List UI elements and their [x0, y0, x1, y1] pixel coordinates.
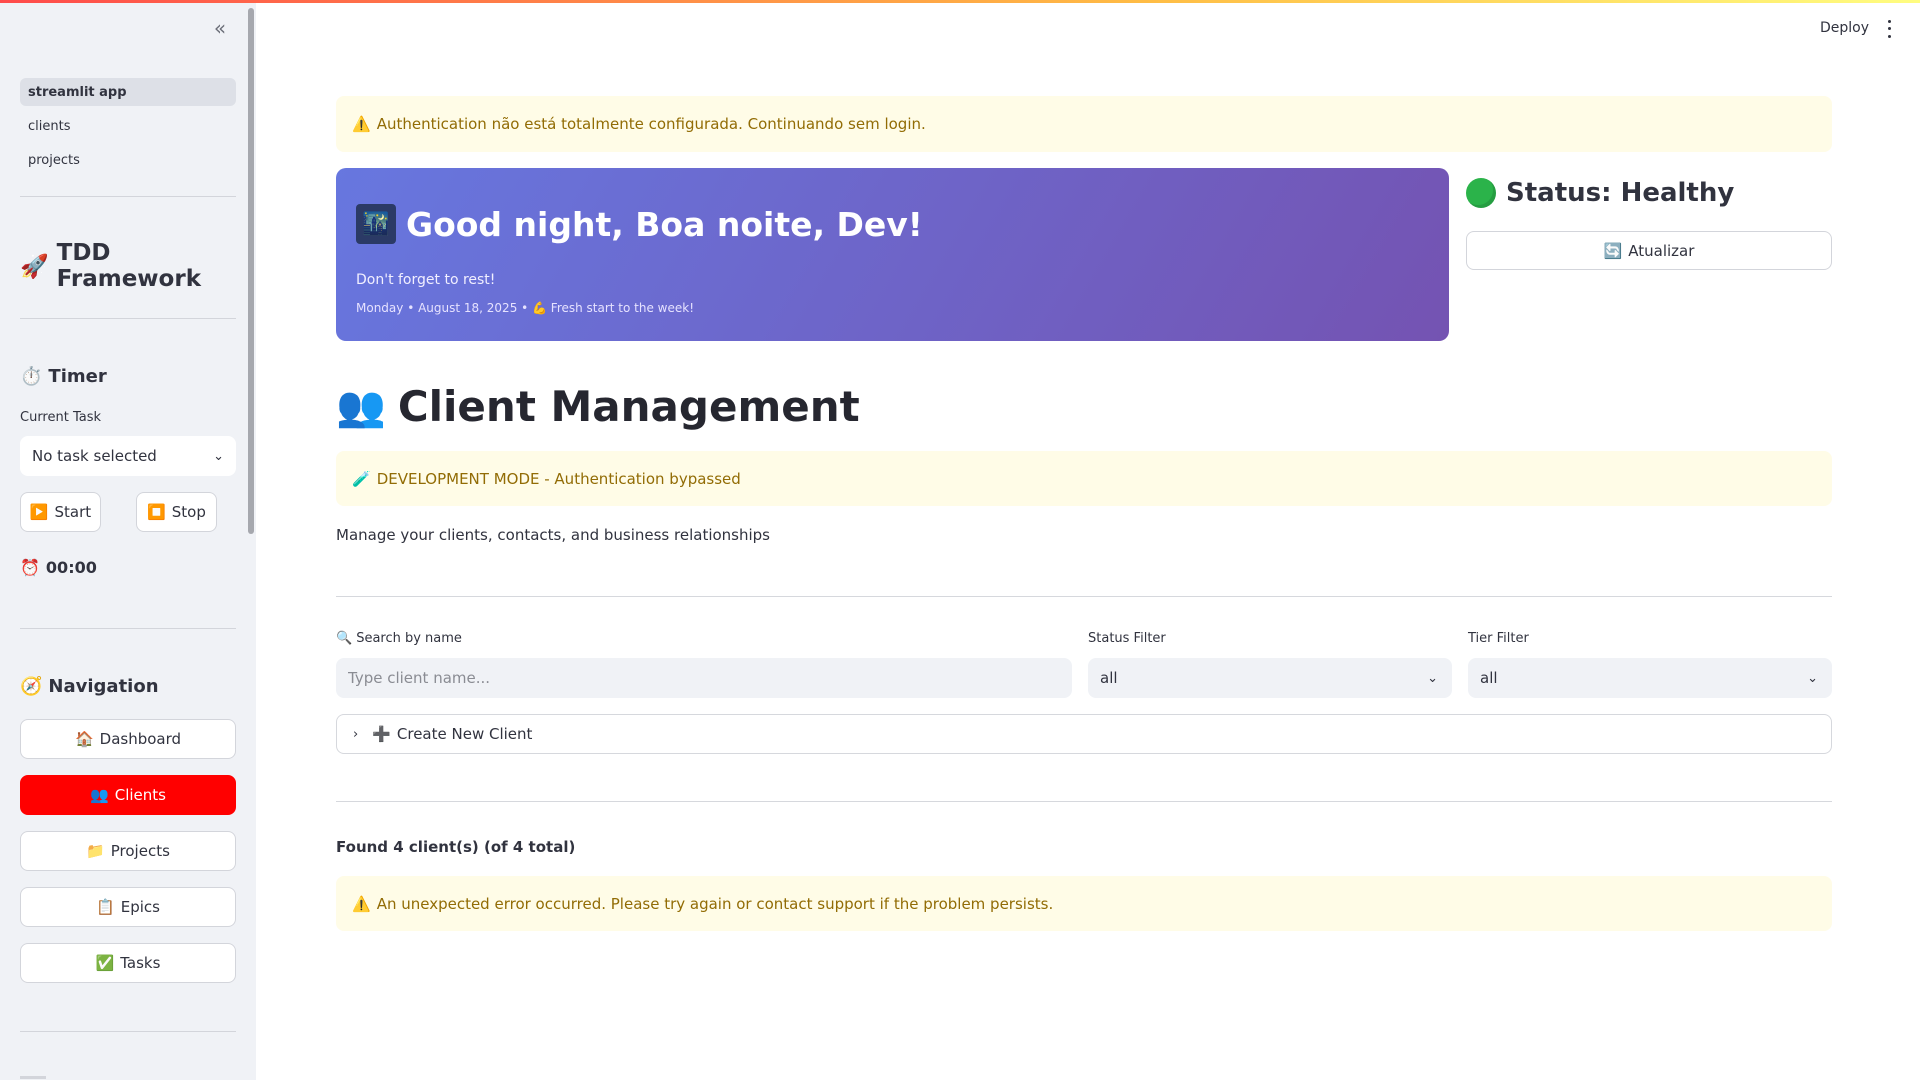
timer-display: ⏰ 00:00	[20, 558, 97, 577]
greeting-title-text: Good night, Boa noite, Dev!	[406, 204, 923, 244]
stop-label: Stop	[171, 503, 206, 521]
current-task-select[interactable]: No task selected ⌄	[20, 436, 236, 476]
greeting-subtitle: Don't forget to rest!	[356, 272, 496, 288]
brand-title-text: TDD Framework	[56, 240, 201, 292]
greeting-date-line: Monday • August 18, 2025 • 💪 Fresh start…	[356, 301, 695, 315]
create-client-label: Create New Client	[396, 725, 533, 743]
greeting-banner: 🌃 Good night, Boa noite, Dev! Don't forg…	[336, 168, 1449, 341]
app-page-streamlit-app[interactable]: streamlit app	[20, 78, 236, 106]
chevron-right-icon: ›	[353, 726, 359, 742]
status-filter-label: Status Filter	[1088, 631, 1166, 646]
page-title: 👥 Client Management	[336, 382, 860, 431]
vertical-dots-icon[interactable]	[1882, 18, 1896, 40]
sidebar-divider	[20, 196, 236, 197]
app-page-projects[interactable]: projects	[20, 146, 236, 174]
test-tube-icon: 🧪	[352, 469, 371, 488]
plus-icon: ➕	[372, 725, 391, 743]
sidebar-scrollbar[interactable]	[248, 8, 254, 534]
nav-epics-label: Epics	[120, 898, 160, 916]
nav-dashboard-button[interactable]: 🏠 Dashboard	[20, 719, 236, 759]
night-city-icon: 🌃	[356, 204, 396, 244]
compass-icon: 🧭	[20, 676, 43, 697]
start-timer-button[interactable]: ▶️ Start	[20, 492, 101, 532]
section-divider	[336, 596, 1832, 597]
search-field[interactable]	[336, 658, 1072, 698]
nav-epics-button[interactable]: 📋 Epics	[20, 887, 236, 927]
current-task-label: Current Task	[20, 410, 102, 425]
tier-filter-value: all	[1480, 669, 1498, 687]
section-divider	[336, 801, 1832, 802]
refresh-icon: 🔄	[1603, 241, 1623, 260]
auth-warning-alert: ⚠️ Authentication não está totalmente co…	[336, 96, 1832, 152]
status-filter-value: all	[1100, 669, 1118, 687]
people-icon: 👥	[90, 786, 109, 804]
sidebar-divider	[20, 318, 236, 319]
error-alert-text: An unexpected error occurred. Please try…	[376, 894, 1054, 913]
folder-icon: 📁	[86, 842, 105, 860]
tier-filter-label: Tier Filter	[1468, 631, 1529, 646]
results-count: Found 4 client(s) (of 4 total)	[336, 838, 576, 856]
sidebar-next-element	[20, 1076, 46, 1079]
search-label-text: Search by name	[356, 631, 462, 646]
check-mark-icon: ✅	[95, 954, 115, 972]
greeting-title: 🌃 Good night, Boa noite, Dev!	[356, 204, 923, 244]
nav-tasks-button[interactable]: ✅ Tasks	[20, 943, 236, 983]
sidebar: « streamlit app clients projects 🚀 TDD F…	[0, 0, 256, 1080]
timer-heading: ⏱️ Timer	[20, 366, 107, 387]
sidebar-divider	[20, 1031, 236, 1032]
create-client-expander[interactable]: › ➕ Create New Client	[336, 714, 1832, 754]
chevron-down-icon: ⌄	[1807, 670, 1818, 686]
play-icon: ▶️	[29, 503, 49, 521]
timer-heading-text: Timer	[48, 366, 107, 387]
nav-dashboard-label: Dashboard	[99, 730, 182, 748]
stop-timer-button[interactable]: ⏹️ Stop	[136, 492, 217, 532]
brand-title: 🚀 TDD Framework	[20, 240, 256, 292]
green-circle-icon	[1466, 178, 1496, 208]
dev-mode-text: DEVELOPMENT MODE - Authentication bypass…	[376, 469, 741, 488]
status-filter-select[interactable]: all ⌄	[1088, 658, 1452, 698]
page-caption: Manage your clients, contacts, and busin…	[336, 526, 770, 544]
house-icon: 🏠	[74, 730, 94, 748]
nav-tasks-label: Tasks	[120, 954, 161, 972]
warning-icon: ⚠️	[352, 894, 371, 913]
app-page-clients[interactable]: clients	[20, 112, 236, 140]
tier-filter-select[interactable]: all ⌄	[1468, 658, 1832, 698]
warning-icon: ⚠️	[352, 115, 371, 133]
search-label: 🔍 Search by name	[336, 631, 462, 646]
chevron-down-icon: ⌄	[213, 448, 224, 464]
nav-projects-button[interactable]: 📁 Projects	[20, 831, 236, 871]
rocket-icon: 🚀	[20, 253, 49, 280]
error-alert: ⚠️ An unexpected error occurred. Please …	[336, 876, 1832, 931]
top-decoration-bar	[0, 0, 1920, 3]
nav-clients-button[interactable]: 👥 Clients	[20, 775, 236, 815]
stop-icon: ⏹️	[147, 503, 166, 521]
people-icon: 👥	[336, 384, 386, 430]
navigation-heading: 🧭 Navigation	[20, 676, 159, 697]
page-title-text: Client Management	[397, 382, 860, 431]
navigation-heading-text: Navigation	[48, 676, 159, 697]
dev-mode-alert: 🧪 DEVELOPMENT MODE - Authentication bypa…	[336, 451, 1832, 506]
clipboard-icon: 📋	[96, 898, 115, 916]
refresh-button[interactable]: 🔄 Atualizar	[1466, 231, 1832, 270]
status-heading: Status: Healthy	[1466, 178, 1734, 208]
alarm-clock-icon: ⏰	[20, 558, 40, 577]
search-input[interactable]	[348, 669, 1072, 687]
double-chevron-left-icon[interactable]: «	[208, 16, 232, 40]
sidebar-divider	[20, 628, 236, 629]
deploy-button[interactable]: Deploy	[1820, 20, 1869, 36]
nav-projects-label: Projects	[110, 842, 170, 860]
nav-clients-label: Clients	[114, 786, 166, 804]
auth-warning-text: Authentication não está totalmente confi…	[376, 115, 926, 133]
refresh-label: Atualizar	[1628, 241, 1695, 260]
magnifier-icon: 🔍	[336, 631, 353, 646]
app-pages-nav: streamlit app clients projects	[20, 78, 236, 180]
start-label: Start	[54, 503, 92, 521]
chevron-down-icon: ⌄	[1427, 670, 1438, 686]
current-task-value: No task selected	[32, 447, 157, 465]
timer-value: 00:00	[45, 558, 97, 577]
stopwatch-icon: ⏱️	[20, 366, 43, 387]
status-text: Status: Healthy	[1506, 178, 1735, 208]
